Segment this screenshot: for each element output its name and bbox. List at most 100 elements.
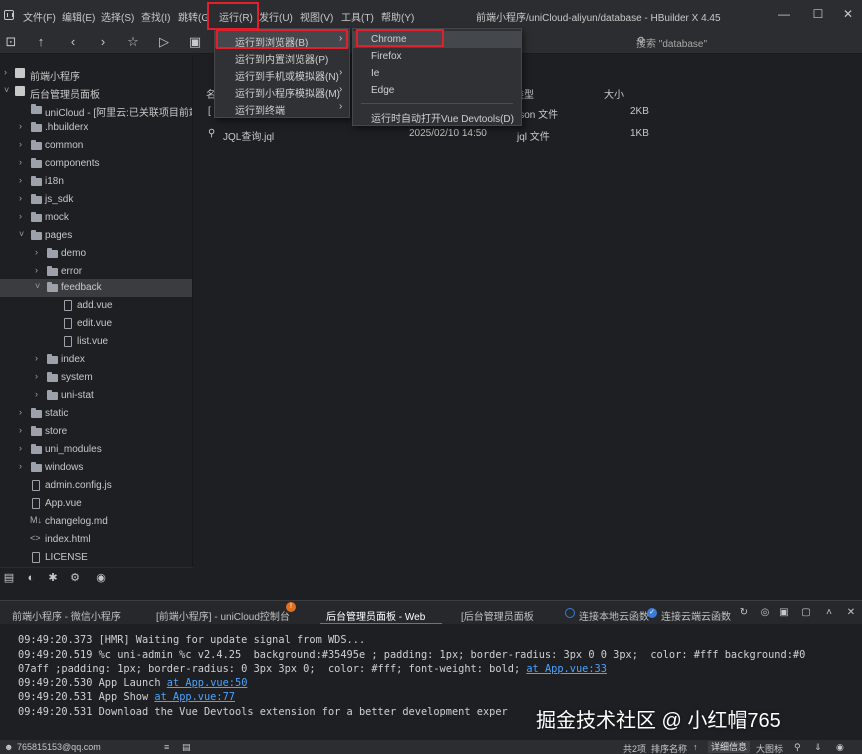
chevron-up-icon[interactable]: ˄ xyxy=(820,604,838,622)
menu-publish[interactable]: 发行(U) xyxy=(259,9,293,24)
column-header-size[interactable]: 大小 xyxy=(604,86,624,101)
large-icon-view-button[interactable]: 大图标 xyxy=(756,742,783,754)
tree-item-folder[interactable]: › components xyxy=(0,155,192,173)
target-icon[interactable]: ◎ xyxy=(756,604,774,622)
source-link[interactable]: at App.vue:50 xyxy=(167,677,248,689)
tree-item-file[interactable]: list.vue xyxy=(0,333,192,351)
tree-item-folder[interactable]: › windows xyxy=(0,459,192,477)
window-title: 前端小程序/uniCloud-aliyun/database - HBuilde… xyxy=(476,13,721,24)
menu-file[interactable]: 文件(F) xyxy=(23,9,56,24)
tree-item-folder[interactable]: › js_sdk xyxy=(0,191,192,209)
tree-item-folder[interactable]: › mock xyxy=(0,209,192,227)
list-icon[interactable]: ≡ xyxy=(164,742,169,752)
radio-local-cloud[interactable] xyxy=(565,608,575,618)
menu-tools[interactable]: 工具(T) xyxy=(341,9,374,24)
tree-item-file[interactable]: <> index.html xyxy=(0,531,192,549)
submenu-arrow-icon: › xyxy=(339,84,343,95)
star-icon[interactable]: ☆ xyxy=(124,33,142,51)
menu-item-run-miniprogram[interactable]: 运行到小程序模拟器(M) › xyxy=(215,82,349,100)
tab-wechat-miniprogram[interactable]: 前端小程序 - 微信小程序 xyxy=(12,608,121,623)
source-link[interactable]: at App.vue:33 xyxy=(526,663,607,675)
tab-admin-web[interactable]: 后台管理员面板 - Web xyxy=(326,608,425,623)
tree-item-folder[interactable]: › uni_modules xyxy=(0,441,192,459)
tab-admin-panel[interactable]: [后台管理员面板 xyxy=(461,608,534,623)
tree-item-label: uniCloud - [阿里云:已关联项目前端 xyxy=(45,108,193,119)
save-icon[interactable]: ⊡ xyxy=(2,33,20,51)
tree-item-file[interactable]: add.vue xyxy=(0,297,192,315)
tree-item-folder[interactable]: › demo xyxy=(0,245,192,263)
menu-find[interactable]: 查找(I) xyxy=(141,9,170,24)
tree-item-folder[interactable]: uniCloud - [阿里云:已关联项目前端 xyxy=(0,101,193,119)
back-icon[interactable]: ‹ xyxy=(64,33,82,51)
plugin-icon[interactable]: ⚙ xyxy=(66,569,84,587)
forward-icon[interactable]: › xyxy=(94,33,112,51)
menu-item-run-terminal[interactable]: 运行到终端 › xyxy=(215,99,349,117)
tree-item-folder-selected[interactable]: ˅ feedback xyxy=(0,279,192,297)
tree-item-folder[interactable]: › store xyxy=(0,423,192,441)
sort-label[interactable]: 排序名称 xyxy=(651,742,687,754)
user-account[interactable]: 765815153@qq.com xyxy=(17,742,101,752)
menu-item-run-builtin-browser[interactable]: 运行到内置浏览器(P) xyxy=(215,48,349,66)
console-line: 09:49:20.373 [HMR] Waiting for update si… xyxy=(18,634,365,646)
tree-item-file[interactable]: App.vue xyxy=(0,495,192,513)
notification-icon[interactable]: ◉ xyxy=(836,742,844,753)
tree-item-file[interactable]: admin.config.js xyxy=(0,477,192,495)
search-input[interactable]: 搜索 "database" xyxy=(636,35,707,50)
tab-unicloud-console[interactable]: [前端小程序] - uniCloud控制台 xyxy=(156,608,290,623)
menu-item-run-browser[interactable]: 运行到浏览器(B) › xyxy=(215,31,349,49)
minimize-icon[interactable]: — xyxy=(774,4,794,24)
arrow-up-icon[interactable]: ↑ xyxy=(32,33,50,51)
editor-icon[interactable]: ▣ xyxy=(186,33,204,51)
menu-help[interactable]: 帮助(Y) xyxy=(381,9,414,24)
tree-item-project[interactable]: › 前端小程序 xyxy=(0,65,192,83)
detail-view-button[interactable]: 详细信息 xyxy=(708,741,751,753)
check-icon[interactable]: ✓ xyxy=(647,608,657,618)
menu-item-edge[interactable]: Edge xyxy=(353,82,521,99)
tree-item-folder[interactable]: › uni-stat xyxy=(0,387,192,405)
menu-goto[interactable]: 跳转(G xyxy=(178,9,209,24)
menu-view[interactable]: 视图(V) xyxy=(300,9,333,24)
download-icon[interactable]: ⇓ xyxy=(814,742,822,753)
menu-edit[interactable]: 编辑(E) xyxy=(62,9,95,24)
bug-icon[interactable]: ✱ xyxy=(44,569,62,587)
user-icon: ☻ xyxy=(4,742,14,752)
tree-item-folder[interactable]: ˅ pages xyxy=(0,227,192,245)
sidebar-footer: ▤ ◐ ✱ ⚙ ◉ xyxy=(0,567,193,587)
menu-item-run-phone[interactable]: 运行到手机或模拟器(N) › xyxy=(215,65,349,83)
file-icon xyxy=(64,318,72,329)
menu-run[interactable]: 运行(R) xyxy=(219,9,253,24)
tree-item-label: 前端小程序 xyxy=(30,72,80,83)
menu-item-ie[interactable]: Ie xyxy=(353,65,521,82)
explorer-icon[interactable]: ▤ xyxy=(0,569,18,587)
maximize-icon[interactable]: ☐ xyxy=(808,4,828,24)
tree-item-folder[interactable]: › static xyxy=(0,405,192,423)
menu-item-firefox[interactable]: Firefox xyxy=(353,48,521,65)
tree-item-project[interactable]: ˅ 后台管理员面板 xyxy=(0,83,192,101)
search-icon[interactable]: ⚲ xyxy=(794,742,801,753)
console-toggle-icon[interactable]: ▤ xyxy=(182,742,191,753)
close-console-icon[interactable]: ✕ xyxy=(842,604,860,622)
refresh-icon[interactable]: ↻ xyxy=(735,604,753,622)
menu-item-vue-devtools[interactable]: 运行时自动打开Vue Devtools(D) xyxy=(353,107,521,125)
palette-icon[interactable]: ◉ xyxy=(92,569,110,587)
menu-select[interactable]: 选择(S) xyxy=(101,9,134,24)
clear-icon[interactable]: ▢ xyxy=(797,604,815,622)
close-icon[interactable]: ✕ xyxy=(838,4,858,24)
markdown-icon: M↓ xyxy=(30,515,42,525)
bicycle-icon[interactable]: ◐ xyxy=(22,569,40,587)
tree-item-folder[interactable]: › system xyxy=(0,369,192,387)
tree-item-file[interactable]: LICENSE xyxy=(0,549,192,567)
run-icon[interactable]: ▷ xyxy=(155,33,173,51)
tree-item-folder[interactable]: › common xyxy=(0,137,192,155)
tree-item-folder[interactable]: › .hbuilderx xyxy=(0,119,192,137)
tree-item-folder[interactable]: › i18n xyxy=(0,173,192,191)
tree-item-folder[interactable]: › index xyxy=(0,351,192,369)
tree-item-label: App.vue xyxy=(45,498,82,509)
tree-item-file[interactable]: edit.vue xyxy=(0,315,192,333)
stop-icon[interactable]: ▣ xyxy=(775,604,793,622)
tree-item-label: error xyxy=(61,266,83,277)
source-link[interactable]: at App.vue:77 xyxy=(154,691,235,703)
tree-item-file[interactable]: M↓ changelog.md xyxy=(0,513,192,531)
menu-item-chrome[interactable]: Chrome xyxy=(353,31,521,48)
sort-arrow-icon[interactable]: ↑ xyxy=(693,742,698,752)
